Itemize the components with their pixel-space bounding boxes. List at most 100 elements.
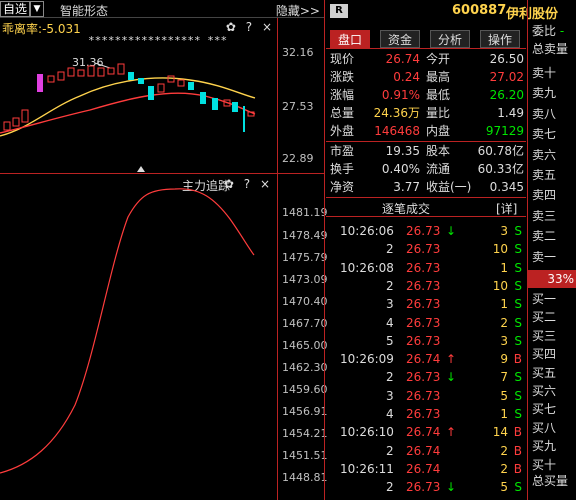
buy-level-label[interactable]: 买九 <box>532 437 556 455</box>
trade-time: 4 <box>386 315 394 330</box>
quote-label: 股本 <box>426 144 451 158</box>
kline-chart: ***************** *** 31.36 <box>0 34 256 137</box>
panel-divider <box>324 0 325 500</box>
trade-side: B <box>513 425 522 440</box>
tab-order-book[interactable]: 盘口 <box>330 30 370 48</box>
trade-volume: 3 <box>500 333 508 348</box>
trade-side: S <box>514 315 522 330</box>
buy-level-label[interactable]: 买一 <box>532 290 556 308</box>
trade-row: 10:26:09 26.74 ↑ 9 B <box>326 350 526 368</box>
sell-level-label[interactable]: 卖一 <box>532 248 556 266</box>
indicator-y-label: 1465.00 <box>282 339 328 352</box>
trade-time: 5 <box>386 333 394 348</box>
trade-row: 3 26.73 5 S <box>326 387 526 405</box>
sell-level-label[interactable]: 卖四 <box>532 186 556 204</box>
kline-y-label: 27.53 <box>282 100 314 113</box>
buy-level-label[interactable]: 买六 <box>532 382 556 400</box>
sell-level-label[interactable]: 卖五 <box>532 166 556 184</box>
sell-level-label[interactable]: 卖七 <box>532 125 556 143</box>
trade-time: 2 <box>386 443 394 458</box>
quote-label: 流通 <box>426 162 451 176</box>
trade-ticks-header: 逐笔成交 [详] <box>326 198 526 216</box>
trade-row: 2 26.73 ↓ 5 S <box>326 478 526 496</box>
quote-value: 1.49 <box>497 106 524 120</box>
trade-volume: 7 <box>500 370 508 385</box>
trade-arrow-icon: ↓ <box>446 370 457 385</box>
trade-arrow-icon: ↑ <box>446 425 457 440</box>
trade-price: 26.73 <box>406 278 441 293</box>
smart-pattern-button[interactable]: 智能形态 <box>60 2 108 19</box>
buy-level-label[interactable]: 买十 <box>532 456 556 474</box>
trade-side: S <box>514 480 522 495</box>
buy-level-label[interactable]: 买七 <box>532 400 556 418</box>
quote-label: 收益(一) <box>426 180 472 194</box>
tab-analysis[interactable]: 分析 <box>430 30 470 48</box>
quote-label: 外盘 <box>330 124 355 138</box>
indicator-y-label: 1448.81 <box>282 471 328 484</box>
trade-side: S <box>514 297 522 312</box>
quote-value: 0.24 <box>393 70 420 84</box>
tab-operations[interactable]: 操作 <box>480 30 520 48</box>
trade-time: 10:26:08 <box>340 260 394 275</box>
quote-value: 0.40% <box>381 162 420 176</box>
trade-row: 4 26.73 2 S <box>326 314 526 332</box>
quote-value: 27.02 <box>489 70 524 84</box>
trade-volume: 2 <box>500 443 508 458</box>
trade-side: S <box>514 388 522 403</box>
trade-side: B <box>513 443 522 458</box>
trade-volume: 10 <box>492 242 508 257</box>
trade-price: 26.73 <box>406 315 441 330</box>
sell-level-label[interactable]: 卖八 <box>532 105 556 123</box>
trade-price: 26.73 <box>406 242 441 257</box>
watchlist-select[interactable]: 自选 <box>0 1 31 17</box>
quote-row: 总量 24.36万 量比 1.49 <box>330 104 524 122</box>
buy-level-label[interactable]: 买三 <box>532 327 556 345</box>
hide-panel-button[interactable]: 隐藏>> <box>276 2 320 19</box>
sell-level-label[interactable]: 卖三 <box>532 207 556 225</box>
sell-level-label[interactable]: 卖十 <box>532 64 556 82</box>
sell-level-label[interactable]: 卖六 <box>532 146 556 164</box>
trade-side: S <box>514 242 522 257</box>
quote-label: 净资 <box>330 180 355 194</box>
quote-value: 0.91% <box>381 88 420 102</box>
quote-value: 26.50 <box>489 52 524 66</box>
trade-time: 3 <box>386 297 394 312</box>
trade-detail-link[interactable]: [详] <box>496 200 517 217</box>
indicator-y-label: 1467.70 <box>282 317 328 330</box>
sell-level-label[interactable]: 卖二 <box>532 227 556 245</box>
time-marker-icon <box>137 166 145 172</box>
trade-ticks-title: 逐笔成交 <box>382 202 431 216</box>
trade-time: 10:26:06 <box>340 224 394 238</box>
quote-row: 外盘 146468 内盘 97129 <box>330 122 524 140</box>
trade-time: 10:26:10 <box>340 425 394 440</box>
trade-time: 2 <box>386 242 394 257</box>
trade-time: 2 <box>386 480 394 495</box>
trade-price: 26.73 <box>406 407 441 421</box>
indicator-y-label: 1462.30 <box>282 361 328 374</box>
signal-stars: ***************** *** <box>88 34 227 47</box>
trade-volume: 2 <box>500 461 508 476</box>
quote-value: 19.35 <box>385 144 420 158</box>
trade-time: 2 <box>386 278 394 293</box>
trade-side: S <box>514 260 522 275</box>
trade-row: 3 26.73 1 S <box>326 295 526 313</box>
kline-panel[interactable]: 乖离率:-5.031 ✿ ? × ***************** *** 3… <box>0 18 324 174</box>
sell-level-label[interactable]: 卖九 <box>532 84 556 102</box>
trade-price: 26.73 <box>406 333 441 348</box>
buy-level-label[interactable]: 买二 <box>532 308 556 326</box>
tab-funds[interactable]: 资金 <box>380 30 420 48</box>
buy-level-label[interactable]: 买五 <box>532 364 556 382</box>
indicator-panel[interactable]: 主力追踪 ✿ ? × <box>0 175 324 500</box>
buy-level-label[interactable]: 买八 <box>532 419 556 437</box>
buy-level-label[interactable]: 买四 <box>532 345 556 363</box>
trade-volume: 5 <box>500 480 508 495</box>
trade-row: 5 26.73 3 S <box>326 332 526 350</box>
chevron-down-icon[interactable]: ▼ <box>30 1 44 17</box>
trade-price: 26.73 <box>406 260 441 275</box>
r-badge: R <box>330 4 348 18</box>
total-sell-label: 总卖量 <box>532 42 569 56</box>
divider <box>326 48 526 49</box>
trade-price: 26.73 <box>406 297 441 312</box>
trade-side: S <box>514 407 522 421</box>
quote-value: 60.78亿 <box>477 144 524 158</box>
